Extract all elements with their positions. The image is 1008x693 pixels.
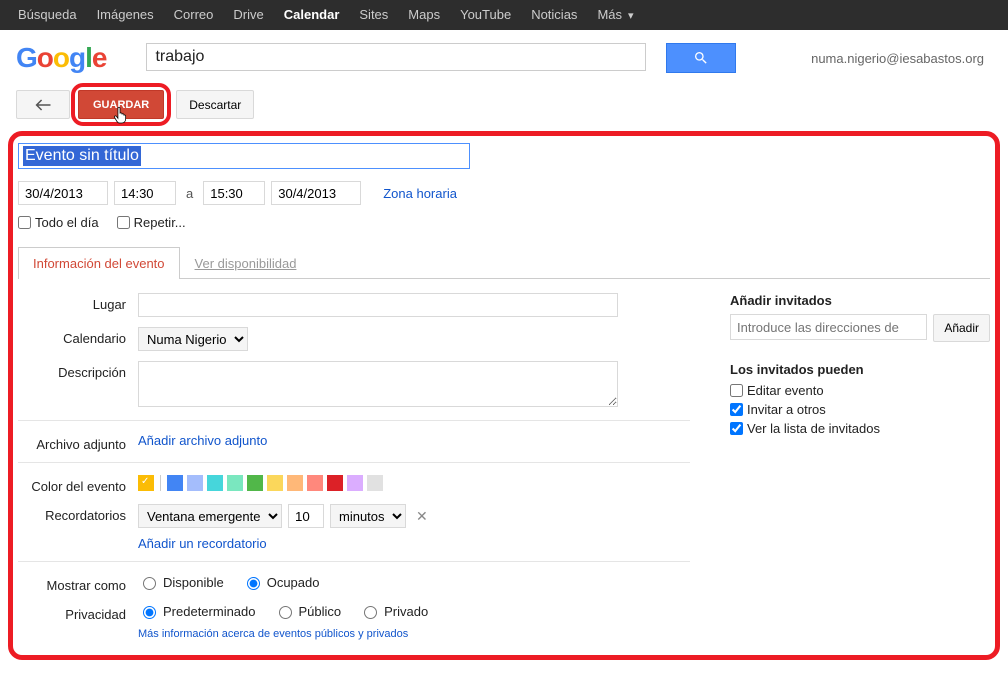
- calendar-label: Calendario: [18, 327, 138, 351]
- event-form: Evento sin título a Zona horaria Todo el…: [8, 133, 1000, 660]
- arrow-left-icon: [34, 99, 52, 111]
- perm-edit-checkbox[interactable]: [730, 384, 743, 397]
- busy-label: Ocupado: [267, 575, 320, 590]
- available-label: Disponible: [163, 575, 224, 590]
- nav-imagenes[interactable]: Imágenes: [87, 0, 164, 30]
- color-swatch[interactable]: [167, 475, 183, 491]
- start-date-input[interactable]: [18, 181, 108, 205]
- perm-edit-label: Editar evento: [747, 383, 824, 398]
- timezone-link[interactable]: Zona horaria: [383, 186, 457, 201]
- perm-seelist-checkbox[interactable]: [730, 422, 743, 435]
- privacy-private-label: Privado: [384, 604, 428, 619]
- privacy-private-radio[interactable]: [364, 606, 377, 619]
- privacy-default-radio[interactable]: [143, 606, 156, 619]
- top-nav-bar: Búsqueda Imágenes Correo Drive Calendar …: [0, 0, 1008, 30]
- perm-seelist-label: Ver la lista de invitados: [747, 421, 880, 436]
- show-as-label: Mostrar como: [18, 574, 138, 593]
- color-swatch[interactable]: [347, 475, 363, 491]
- toolbar: GUARDAR Descartar: [0, 82, 1008, 133]
- reminders-label: Recordatorios: [18, 504, 138, 551]
- search-icon: [693, 50, 709, 66]
- tabs: Información del evento Ver disponibilida…: [18, 246, 990, 279]
- nav-youtube[interactable]: YouTube: [450, 0, 521, 30]
- color-swatch[interactable]: [267, 475, 283, 491]
- search-input[interactable]: [146, 43, 646, 71]
- tab-availability[interactable]: Ver disponibilidad: [180, 247, 312, 279]
- privacy-public-radio[interactable]: [279, 606, 292, 619]
- privacy-public-label: Público: [299, 604, 342, 619]
- search-button[interactable]: [666, 43, 736, 73]
- privacy-default-label: Predeterminado: [163, 604, 256, 619]
- color-swatch[interactable]: [227, 475, 243, 491]
- color-swatch[interactable]: [287, 475, 303, 491]
- nav-sites[interactable]: Sites: [349, 0, 398, 30]
- color-swatches: [138, 475, 690, 491]
- tab-event-info[interactable]: Información del evento: [18, 247, 180, 279]
- google-logo: Google: [16, 42, 106, 74]
- color-swatch[interactable]: [327, 475, 343, 491]
- back-button[interactable]: [16, 90, 70, 119]
- remove-reminder-icon[interactable]: ✕: [416, 508, 428, 525]
- perm-invite-label: Invitar a otros: [747, 402, 826, 417]
- color-swatch[interactable]: [307, 475, 323, 491]
- repeat-checkbox[interactable]: [117, 216, 130, 229]
- add-attachment-link[interactable]: Añadir archivo adjunto: [138, 433, 267, 448]
- nav-calendar[interactable]: Calendar: [274, 0, 350, 30]
- description-textarea[interactable]: [138, 361, 618, 407]
- color-swatch[interactable]: [247, 475, 263, 491]
- show-as-busy-radio[interactable]: [247, 577, 260, 590]
- start-time-input[interactable]: [114, 181, 176, 205]
- location-label: Lugar: [18, 293, 138, 317]
- color-swatch[interactable]: [187, 475, 203, 491]
- guest-permissions-heading: Los invitados pueden: [730, 362, 990, 377]
- description-label: Descripción: [18, 361, 138, 410]
- nav-more[interactable]: Más▾: [587, 0, 643, 31]
- header: Google numa.nigerio@iesabastos.org: [0, 30, 1008, 82]
- privacy-info-link[interactable]: Más información acerca de eventos públic…: [138, 628, 408, 640]
- event-title-input[interactable]: Evento sin título: [18, 143, 470, 169]
- end-time-input[interactable]: [203, 181, 265, 205]
- discard-button[interactable]: Descartar: [176, 90, 254, 119]
- color-swatch[interactable]: [138, 475, 154, 491]
- nav-maps[interactable]: Maps: [398, 0, 450, 30]
- reminder-value-input[interactable]: [288, 504, 324, 528]
- to-label: a: [182, 186, 197, 201]
- nav-drive[interactable]: Drive: [223, 0, 273, 30]
- save-button[interactable]: GUARDAR: [78, 90, 164, 119]
- perm-invite-checkbox[interactable]: [730, 403, 743, 416]
- nav-busqueda[interactable]: Búsqueda: [8, 0, 87, 30]
- end-date-input[interactable]: [271, 181, 361, 205]
- all-day-checkbox[interactable]: [18, 216, 31, 229]
- add-reminder-link[interactable]: Añadir un recordatorio: [138, 536, 267, 551]
- all-day-label: Todo el día: [35, 215, 99, 230]
- add-guest-button[interactable]: Añadir: [933, 314, 990, 342]
- nav-correo[interactable]: Correo: [164, 0, 224, 30]
- location-input[interactable]: [138, 293, 618, 317]
- nav-noticias[interactable]: Noticias: [521, 0, 587, 30]
- repeat-label: Repetir...: [134, 215, 186, 230]
- privacy-label: Privacidad: [18, 603, 138, 640]
- attachment-label: Archivo adjunto: [18, 433, 138, 452]
- color-swatch[interactable]: [367, 475, 383, 491]
- color-label: Color del evento: [18, 475, 138, 494]
- separator: [160, 475, 161, 491]
- show-as-available-radio[interactable]: [143, 577, 156, 590]
- calendar-select[interactable]: Numa Nigerio: [138, 327, 248, 351]
- guest-email-input[interactable]: [730, 314, 927, 340]
- reminder-type-select[interactable]: Ventana emergente: [138, 504, 282, 528]
- user-email[interactable]: numa.nigerio@iesabastos.org: [811, 51, 1000, 66]
- color-swatch[interactable]: [207, 475, 223, 491]
- reminder-unit-select[interactable]: minutos: [330, 504, 406, 528]
- add-guests-heading: Añadir invitados: [730, 293, 990, 308]
